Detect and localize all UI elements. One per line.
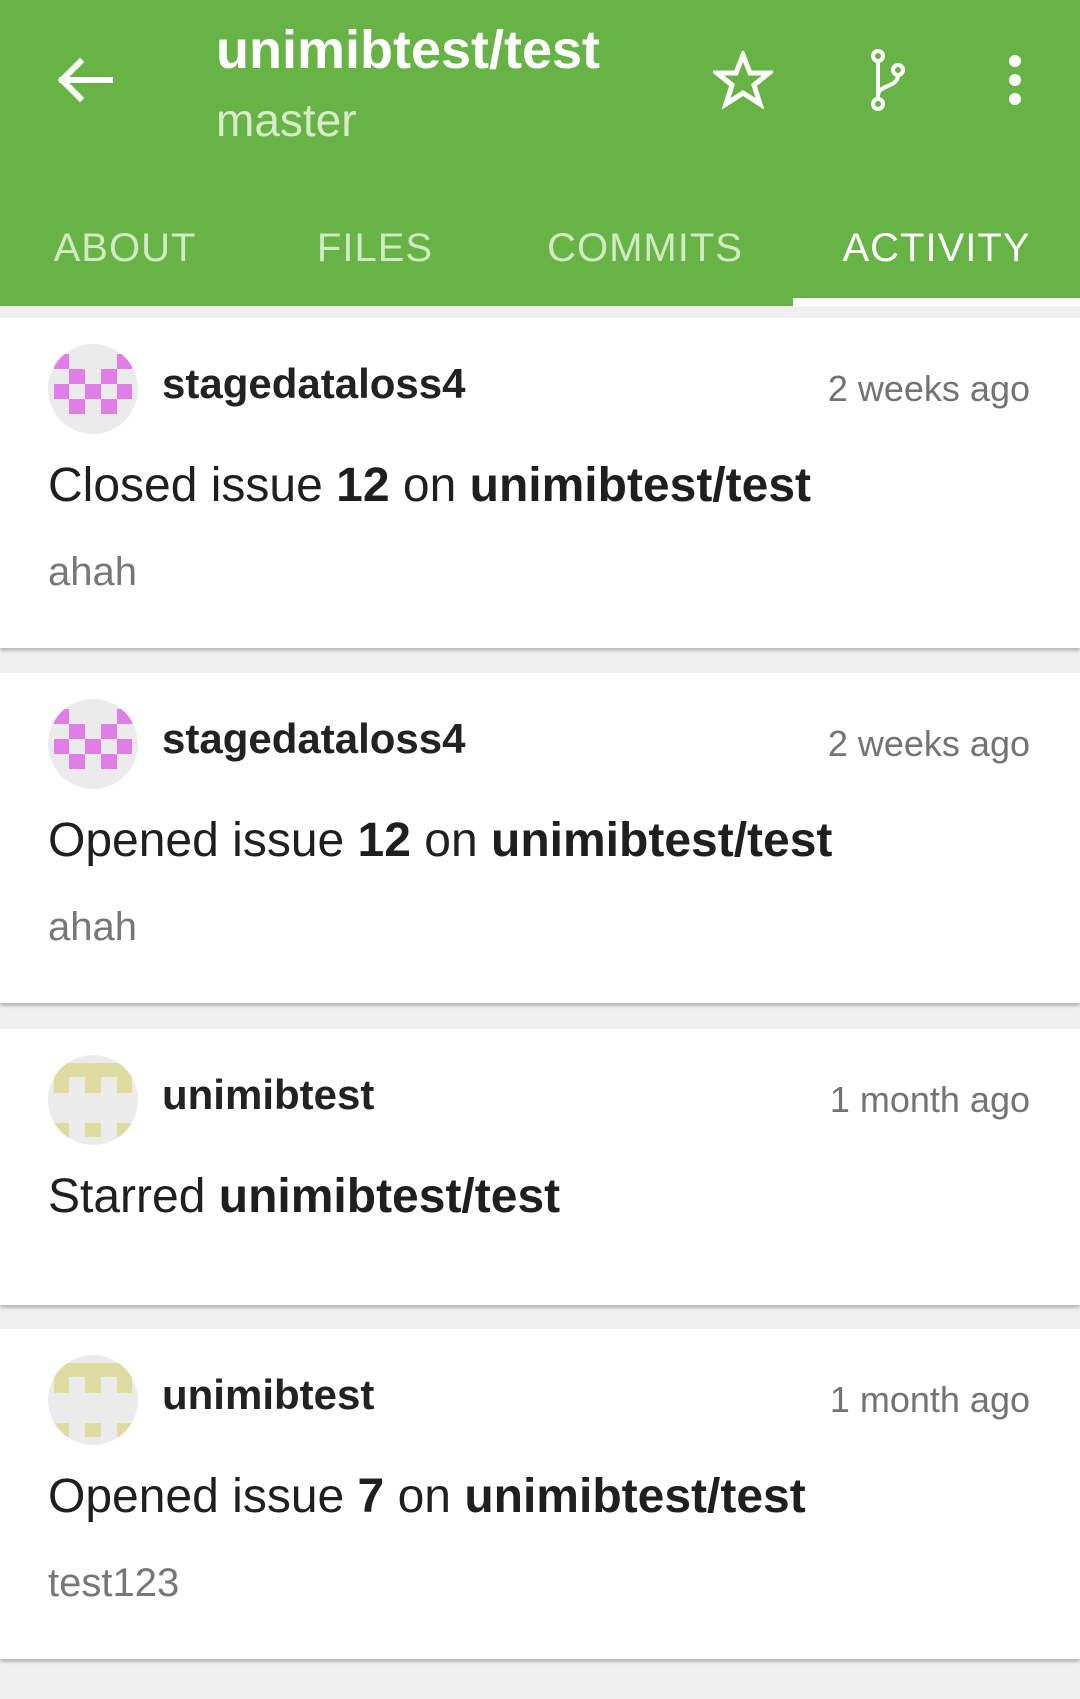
star-outline-icon xyxy=(713,51,773,109)
tab-activity[interactable]: ACTIVITY xyxy=(793,190,1080,306)
repo-link[interactable]: unimibtest/test xyxy=(219,1170,560,1223)
overflow-menu-button[interactable] xyxy=(990,40,1040,120)
event-body: test123 xyxy=(48,1561,180,1605)
identicon-icon xyxy=(54,1063,132,1137)
tab-files[interactable]: FILES xyxy=(250,190,500,306)
identicon-icon xyxy=(54,709,132,769)
activity-card[interactable]: unimibtest 1 month ago Opened issue 7 on… xyxy=(0,1329,1080,1659)
event-connector: on xyxy=(397,1470,451,1523)
active-tab-indicator xyxy=(793,298,1080,306)
event-connector: on xyxy=(424,814,478,867)
event-verb: Closed issue xyxy=(48,459,323,512)
issue-number-link[interactable]: 12 xyxy=(358,814,411,867)
branch-button[interactable] xyxy=(858,40,918,120)
event-description: Closed issue 12 on unimibtest/test xyxy=(48,458,811,513)
branch-subtitle: master xyxy=(216,94,357,146)
tab-about[interactable]: ABOUT xyxy=(0,190,250,306)
repo-title: unimibtest/test xyxy=(216,20,601,80)
avatar[interactable] xyxy=(48,1355,138,1445)
event-verb: Opened issue xyxy=(48,1470,345,1523)
event-verb: Starred xyxy=(48,1170,206,1223)
event-username[interactable]: unimibtest xyxy=(162,1371,374,1419)
issue-number-link[interactable]: 12 xyxy=(336,459,389,512)
event-timestamp: 1 month ago xyxy=(829,1079,1030,1120)
avatar[interactable] xyxy=(48,699,138,789)
activity-card[interactable]: stagedataloss4 2 weeks ago Closed issue … xyxy=(0,318,1080,648)
arrow-left-icon xyxy=(57,57,113,103)
title-block: unimibtest/test master xyxy=(216,18,600,148)
source-branch-icon xyxy=(871,49,905,111)
event-username[interactable]: stagedataloss4 xyxy=(162,360,465,408)
avatar[interactable] xyxy=(48,1055,138,1145)
event-description: Opened issue 12 on unimibtest/test xyxy=(48,813,832,868)
repo-link[interactable]: unimibtest/test xyxy=(470,459,811,512)
event-username[interactable]: unimibtest xyxy=(162,1071,374,1119)
issue-number-link[interactable]: 7 xyxy=(358,1470,385,1523)
repo-link[interactable]: unimibtest/test xyxy=(464,1470,805,1523)
event-username[interactable]: stagedataloss4 xyxy=(162,715,465,763)
event-body: ahah xyxy=(48,550,137,594)
event-body: ahah xyxy=(48,905,137,949)
avatar[interactable] xyxy=(48,344,138,434)
event-timestamp: 1 month ago xyxy=(829,1379,1030,1420)
event-verb: Opened issue xyxy=(48,814,345,867)
identicon-icon xyxy=(54,354,132,414)
repo-link[interactable]: unimibtest/test xyxy=(491,814,832,867)
star-button[interactable] xyxy=(708,40,778,120)
activity-card[interactable]: unimibtest 1 month ago Starred unimibtes… xyxy=(0,1029,1080,1305)
event-timestamp: 2 weeks ago xyxy=(827,368,1030,409)
event-timestamp: 2 weeks ago xyxy=(827,723,1030,764)
tab-bar: ABOUT FILES COMMITS ACTIVITY xyxy=(0,190,1080,306)
tab-commits[interactable]: COMMITS xyxy=(500,190,790,306)
back-button[interactable] xyxy=(50,50,120,110)
activity-card[interactable]: stagedataloss4 2 weeks ago Opened issue … xyxy=(0,673,1080,1003)
app-bar: unimibtest/test master ABOUT FILES COMMI… xyxy=(0,0,1080,306)
more-vertical-icon xyxy=(1009,55,1021,105)
event-description: Opened issue 7 on unimibtest/test xyxy=(48,1469,806,1524)
event-description: Starred unimibtest/test xyxy=(48,1169,560,1224)
event-connector: on xyxy=(402,459,457,512)
identicon-icon xyxy=(54,1363,132,1437)
